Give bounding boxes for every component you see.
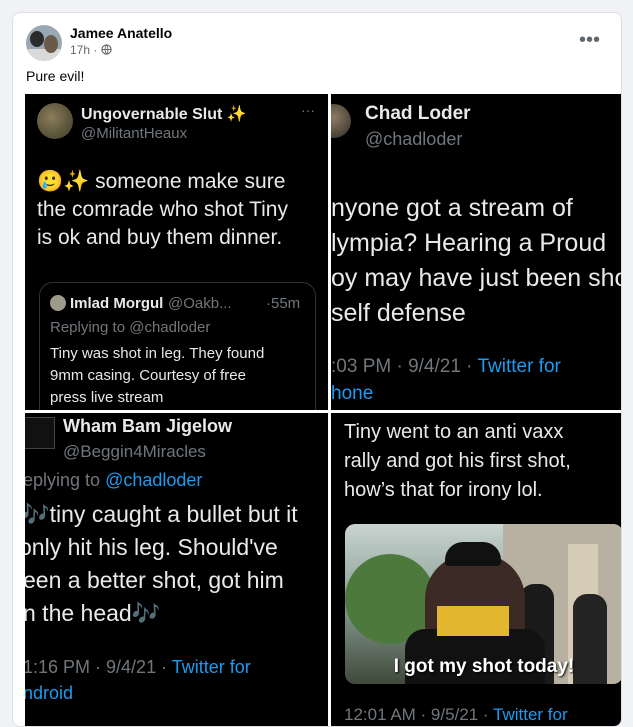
tweet-text-line: oy may have just been sho [331,264,622,292]
tweet-text-line: how’s that for irony lol. [344,479,543,501]
author-avatar[interactable] [26,25,62,61]
quoted-author-name: Imlad Morgul [70,295,164,312]
tweet-text-line: 🥲✨ someone make sure [37,170,286,193]
screenshot-tweet-1[interactable]: Ungovernable Slut ✨ @MilitantHeaux ··· 🥲… [25,94,328,410]
tweet-avatar [37,103,73,139]
screenshot-tweet-4[interactable]: Tiny went to an anti vaxx rally and got … [331,413,621,726]
tweet-footer: 12:01 AM · 9/5/21 · Twitter for [344,705,568,724]
video-subtitle: I got my shot today! [393,656,575,677]
tweet-text-line: only hit his leg. Should've [25,534,278,560]
tweet-author-handle: @chadloder [365,129,463,149]
tweet-author-name: Wham Bam Jigelow [63,416,233,436]
video-still-image[interactable]: I got my shot today! [345,524,621,684]
meta-separator: · [93,43,98,57]
tweet-reply-line: eplying to @chadloder [25,470,203,490]
tweet-text-line: Tiny went to an anti vaxx [344,421,564,443]
tweet-text-line: n the head🎶 [25,600,161,626]
tweet-text-line: rally and got his first shot, [344,450,571,472]
quoted-author-handle: @Oakb... [168,295,232,312]
tweet-footer-cont: hone [331,383,374,404]
tweet-more-icon: ··· [301,102,315,118]
screenshot-tweet-3[interactable]: Wham Bam Jigelow @Beggin4Miracles eplyin… [25,413,328,726]
tweet-avatar [25,417,55,449]
tweet-text-line: een a better shot, got him [25,567,284,593]
grid-divider [25,410,621,413]
tweet-author-name: Chad Loder [365,103,471,124]
tweet-author-handle: @MilitantHeaux [81,125,188,142]
tweet-author-name: Ungovernable Slut ✨ [81,106,247,123]
tweet-text-line: the comrade who shot Tiny [37,198,288,221]
quoted-reply-line: Replying to @chadloder [50,319,211,336]
quoted-tweet: Imlad Morgul @Oakb... ·55m Replying to @… [39,282,316,410]
tweet-footer: 1:16 PM · 9/4/21 · Twitter for [25,657,251,677]
screenshot-tweet-2[interactable]: Chad Loder @chadloder nyone got a stream… [331,94,622,410]
tweet-footer: :03 PM · 9/4/21 · Twitter for [331,356,561,377]
tweet-text-line: self defense [331,299,466,327]
quoted-time: ·55m [266,295,301,312]
tweet-author-handle: @Beggin4Miracles [63,442,206,461]
tweet-text-line: nyone got a stream of [331,194,573,222]
tweet-footer-cont: ndroid [25,683,74,703]
tweet-text-line: 🎶tiny caught a bullet but it [25,501,298,527]
post-caption: Pure evil! [26,68,85,84]
tweet-avatar [331,104,351,138]
post-card: Jamee Anatello 17h · ••• Pure evil! Ungo… [12,12,622,727]
quoted-text-line: press live stream [50,389,164,406]
quoted-text-line: 9mm casing. Courtesy of free [50,367,246,384]
quoted-text-line: Tiny was shot in leg. They found [50,345,265,362]
tweet-text-line: lympia? Hearing a Proud [331,229,607,257]
quoted-avatar [50,295,66,311]
globe-icon [101,44,112,55]
post-time[interactable]: 17h [70,43,90,57]
post-meta: 17h · [70,43,112,57]
tweet-text-line: is ok and buy them dinner. [37,226,283,249]
author-name[interactable]: Jamee Anatello [70,25,172,41]
post-options-button[interactable]: ••• [579,29,600,52]
